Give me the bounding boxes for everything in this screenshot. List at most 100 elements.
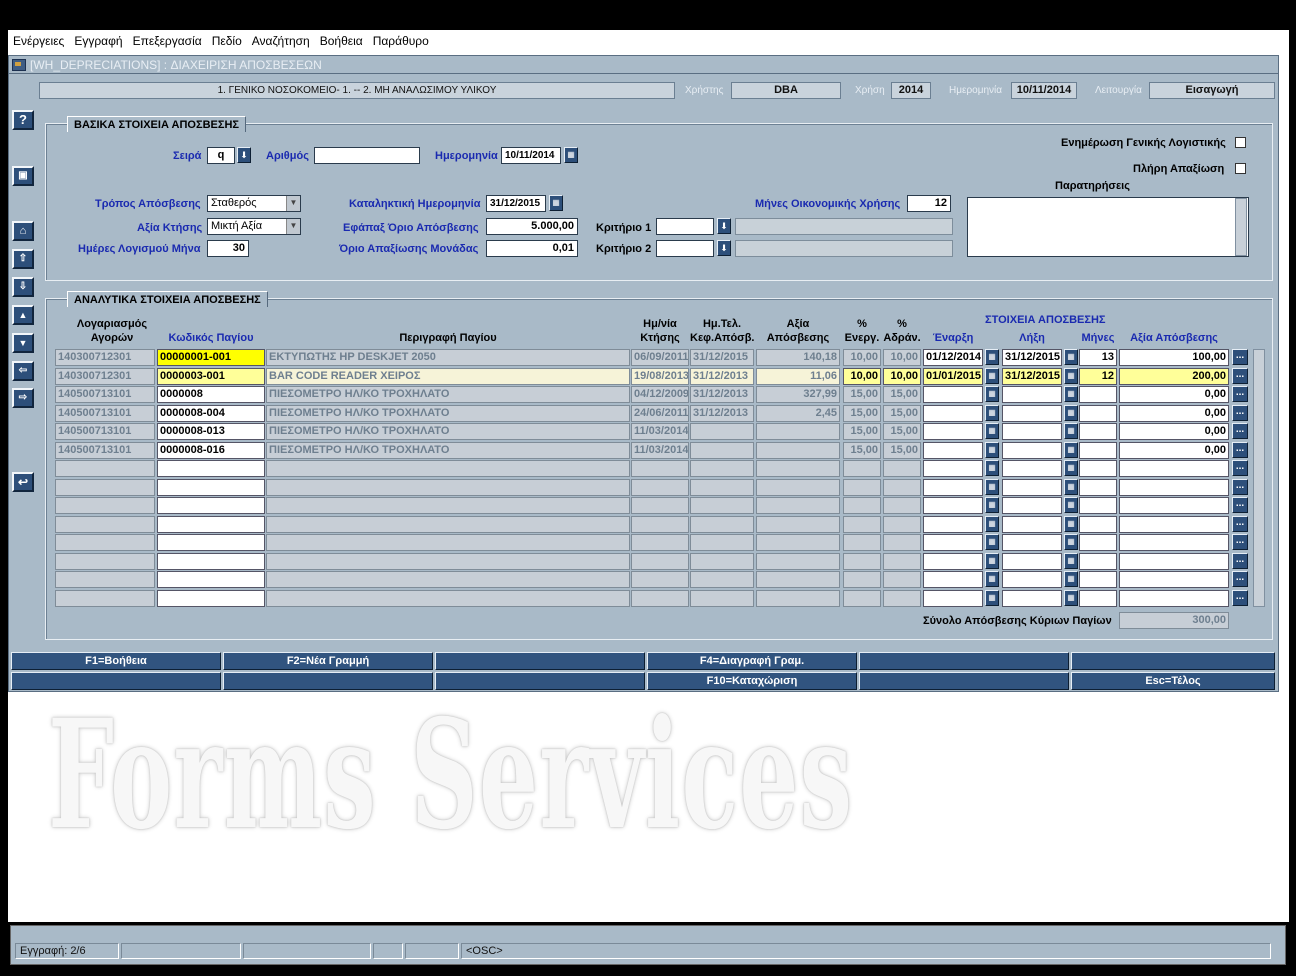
start-calendar-icon[interactable]: ▦ bbox=[985, 515, 999, 532]
months-cell[interactable] bbox=[1079, 515, 1117, 533]
start-cell[interactable]: 01/12/2014 bbox=[923, 349, 983, 366]
code-cell[interactable] bbox=[157, 478, 265, 496]
code-cell[interactable]: 0000008-016 bbox=[157, 441, 265, 459]
amount-cell[interactable]: 0,00 bbox=[1119, 404, 1229, 422]
prev-block-icon[interactable]: ⇦ bbox=[12, 361, 34, 381]
start-cell[interactable] bbox=[923, 552, 983, 570]
start-cell[interactable] bbox=[923, 589, 983, 607]
amount-cell[interactable]: 100,00 bbox=[1119, 349, 1229, 366]
row-more-icon[interactable]: ... bbox=[1232, 515, 1248, 532]
months-cell[interactable] bbox=[1079, 478, 1117, 496]
days-field[interactable]: 30 bbox=[207, 240, 249, 257]
start-cell[interactable] bbox=[923, 478, 983, 496]
months-cell[interactable] bbox=[1079, 386, 1117, 403]
code-cell[interactable]: 00000001-001 bbox=[157, 349, 265, 366]
stop-calendar-icon[interactable]: ▦ bbox=[1064, 478, 1078, 495]
months-cell[interactable] bbox=[1079, 497, 1117, 514]
acq-value-select[interactable]: Μικτή Αξία ▼ bbox=[207, 218, 301, 235]
delete-icon[interactable]: ⌂ bbox=[12, 221, 34, 241]
start-cell[interactable]: 01/01/2015 bbox=[923, 367, 983, 385]
start-calendar-icon[interactable]: ▦ bbox=[985, 478, 999, 495]
months-cell[interactable] bbox=[1079, 589, 1117, 607]
months-cell[interactable] bbox=[1079, 460, 1117, 477]
stop-calendar-icon[interactable]: ▦ bbox=[1064, 497, 1078, 513]
stop-calendar-icon[interactable]: ▦ bbox=[1064, 441, 1078, 458]
crit2-lov-icon[interactable]: ⬇ bbox=[717, 240, 731, 256]
stop-cell[interactable] bbox=[1002, 515, 1062, 533]
stop-cell[interactable] bbox=[1002, 552, 1062, 570]
menu-help[interactable]: Βοήθεια bbox=[320, 34, 363, 48]
help-icon[interactable]: ? bbox=[12, 110, 34, 130]
months-cell[interactable] bbox=[1079, 552, 1117, 570]
stop-cell[interactable]: 31/12/2015 bbox=[1002, 349, 1062, 366]
start-cell[interactable] bbox=[923, 386, 983, 403]
months-cell[interactable] bbox=[1079, 441, 1117, 459]
series-field[interactable]: q bbox=[207, 147, 235, 164]
start-calendar-icon[interactable]: ▦ bbox=[985, 404, 999, 421]
start-calendar-icon[interactable]: ▦ bbox=[985, 497, 999, 513]
last-record-icon[interactable]: ⇩ bbox=[12, 277, 34, 297]
f4-delete-row-button[interactable]: F4=Διαγραφή Γραμ. bbox=[647, 652, 857, 670]
calendar-icon[interactable]: ▦ bbox=[564, 147, 578, 163]
amount-cell[interactable]: 0,00 bbox=[1119, 441, 1229, 459]
months-cell[interactable] bbox=[1079, 534, 1117, 551]
amount-cell[interactable] bbox=[1119, 552, 1229, 570]
notes-textarea[interactable] bbox=[967, 197, 1249, 257]
amount-cell[interactable]: 0,00 bbox=[1119, 423, 1229, 440]
code-cell[interactable] bbox=[157, 515, 265, 533]
notes-scrollbar[interactable] bbox=[1235, 198, 1247, 256]
start-calendar-icon[interactable]: ▦ bbox=[985, 589, 999, 606]
start-cell[interactable] bbox=[923, 534, 983, 551]
stop-cell[interactable] bbox=[1002, 571, 1062, 588]
crit2-field[interactable] bbox=[656, 240, 714, 257]
stop-calendar-icon[interactable]: ▦ bbox=[1064, 589, 1078, 606]
months-field[interactable]: 12 bbox=[907, 195, 951, 212]
row-more-icon[interactable]: ... bbox=[1232, 460, 1248, 476]
row-more-icon[interactable]: ... bbox=[1232, 386, 1248, 402]
start-cell[interactable] bbox=[923, 460, 983, 477]
next-block-icon[interactable]: ⇨ bbox=[12, 388, 34, 408]
row-more-icon[interactable]: ... bbox=[1232, 404, 1248, 421]
menu-record[interactable]: Εγγραφή bbox=[74, 34, 122, 48]
start-calendar-icon[interactable]: ▦ bbox=[985, 552, 999, 569]
months-cell[interactable]: 13 bbox=[1079, 349, 1117, 366]
amount-cell[interactable]: 0,00 bbox=[1119, 386, 1229, 403]
row-more-icon[interactable]: ... bbox=[1232, 552, 1248, 569]
months-cell[interactable] bbox=[1079, 404, 1117, 422]
gl-update-checkbox[interactable] bbox=[1235, 137, 1246, 148]
chevron-down-icon[interactable]: ▼ bbox=[286, 196, 300, 211]
row-more-icon[interactable]: ... bbox=[1232, 367, 1248, 384]
row-more-icon[interactable]: ... bbox=[1232, 534, 1248, 550]
next-record-icon[interactable]: ▼ bbox=[12, 333, 34, 353]
esc-exit-button[interactable]: Esc=Τέλος bbox=[1071, 672, 1275, 690]
full-depr-checkbox[interactable] bbox=[1235, 163, 1246, 174]
row-more-icon[interactable]: ... bbox=[1232, 497, 1248, 513]
series-lov-icon[interactable]: ⬇ bbox=[237, 147, 251, 163]
code-cell[interactable] bbox=[157, 534, 265, 551]
start-cell[interactable] bbox=[923, 497, 983, 514]
details-scrollbar[interactable] bbox=[1253, 349, 1265, 607]
code-cell[interactable] bbox=[157, 497, 265, 514]
f2-new-row-button[interactable]: F2=Νέα Γραμμή bbox=[223, 652, 433, 670]
start-calendar-icon[interactable]: ▦ bbox=[985, 367, 999, 384]
amount-cell[interactable] bbox=[1119, 460, 1229, 477]
stop-calendar-icon[interactable]: ▦ bbox=[1064, 423, 1078, 439]
stop-cell[interactable] bbox=[1002, 589, 1062, 607]
amount-cell[interactable]: 200,00 bbox=[1119, 367, 1229, 385]
save-icon[interactable]: ▣ bbox=[12, 166, 34, 186]
start-calendar-icon[interactable]: ▦ bbox=[985, 571, 999, 587]
amount-cell[interactable] bbox=[1119, 497, 1229, 514]
months-cell[interactable]: 12 bbox=[1079, 367, 1117, 385]
amount-cell[interactable] bbox=[1119, 478, 1229, 496]
stop-cell[interactable] bbox=[1002, 478, 1062, 496]
start-calendar-icon[interactable]: ▦ bbox=[985, 534, 999, 550]
menu-query[interactable]: Αναζήτηση bbox=[252, 34, 310, 48]
row-more-icon[interactable]: ... bbox=[1232, 349, 1248, 365]
months-cell[interactable] bbox=[1079, 571, 1117, 588]
calendar-icon[interactable]: ▦ bbox=[549, 195, 563, 211]
row-more-icon[interactable]: ... bbox=[1232, 589, 1248, 606]
stop-cell[interactable] bbox=[1002, 534, 1062, 551]
f1-help-button[interactable]: F1=Βοήθεια bbox=[11, 652, 221, 670]
amount-cell[interactable] bbox=[1119, 534, 1229, 551]
start-cell[interactable] bbox=[923, 441, 983, 459]
